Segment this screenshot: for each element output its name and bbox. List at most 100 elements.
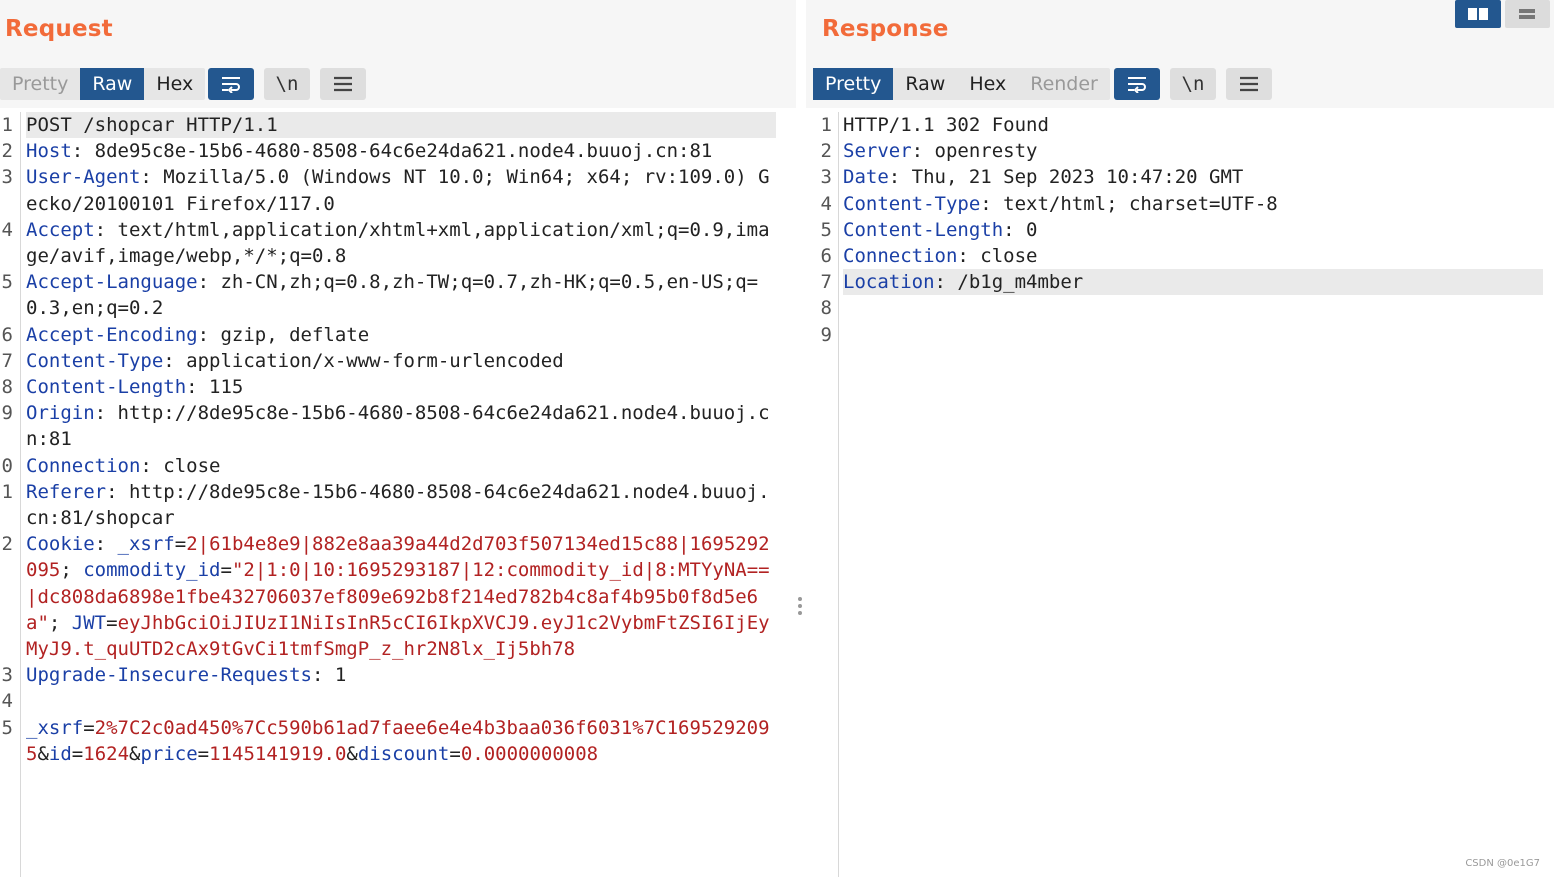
line-number: 3 (1, 166, 13, 189)
code-line[interactable]: 3 Date: Thu, 21 Sep 2023 10:47:20 GMT (806, 164, 1554, 190)
tab-raw[interactable]: Raw (80, 68, 145, 100)
code-line[interactable]: 6 Connection: close (806, 243, 1554, 269)
header-key: Connection (26, 454, 141, 477)
split-view-button[interactable] (1455, 0, 1501, 28)
stacked-view-button[interactable] (1504, 0, 1550, 28)
code-line[interactable]: 3 Upgrade-Insecure-Requests: 1 (0, 662, 796, 688)
line-number: 4 (1, 218, 13, 241)
tab-hex[interactable]: Hex (144, 68, 205, 100)
text-segment: POST /shopcar HTTP/1.1 (26, 114, 278, 136)
tab-hex[interactable]: Hex (957, 68, 1018, 100)
header-key: discount (357, 742, 450, 765)
code-line[interactable]: 4 (0, 688, 796, 714)
line-number: 5 (1, 716, 13, 739)
code-line[interactable]: 4 Accept: text/html,application/xhtml+xml… (0, 217, 796, 269)
line-content: Cookie: _xsrf=2|61b4e8e9|882e8aa39a44d2d… (26, 531, 776, 662)
code-line[interactable]: 4 Content-Type: text/html; charset=UTF-8 (806, 191, 1554, 217)
show-newlines-button[interactable]: \n (264, 68, 310, 100)
split-view-icon (1467, 8, 1488, 20)
request-editor[interactable]: 1 POST /shopcar HTTP/1.1 2 Host: 8de95c8e-1… (0, 112, 796, 877)
line-number: 9 (1, 402, 13, 425)
tab-pretty[interactable]: Pretty (813, 68, 894, 100)
code-line[interactable]: 7 Location: /b1g_m4mber (806, 269, 1554, 296)
text-segment: : 115 (186, 376, 244, 399)
code-line[interactable]: 2 Cookie: _xsrf=2|61b4e8e9|882e8aa39a44d2… (0, 531, 796, 662)
code-line[interactable]: 8 (806, 295, 1554, 321)
code-line[interactable]: 1 Referer: http://8de95c8e-15b6-4680-8508… (0, 479, 796, 531)
code-line[interactable]: 5 Accept-Language: zh-CN,zh;q=0.8,zh-TW;q… (0, 269, 796, 321)
line-number: 6 (1, 323, 13, 346)
line-content: Server: openresty (843, 138, 1543, 164)
wrap-lines-button[interactable] (208, 68, 254, 100)
line-content (26, 688, 776, 714)
line-content: Content-Length: 0 (843, 217, 1543, 243)
code-line[interactable]: 7 Content-Type: application/x-www-form-ur… (0, 348, 796, 374)
panel-resize-handle[interactable] (797, 594, 803, 618)
line-content: _xsrf=2%7C2c0ad450%7Cc590b61ad7faee6e4e4… (26, 715, 776, 767)
line-content: Date: Thu, 21 Sep 2023 10:47:20 GMT (843, 164, 1543, 190)
text-segment: : Thu, 21 Sep 2023 10:47:20 GMT (888, 166, 1244, 189)
code-line[interactable]: 5 _xsrf=2%7C2c0ad450%7Cc590b61ad7faee6e4e… (0, 715, 796, 767)
line-content: Accept-Language: zh-CN,zh;q=0.8,zh-TW;q=… (26, 269, 776, 321)
text-segment: = (174, 533, 187, 556)
line-content: Origin: http://8de95c8e-15b6-4680-8508-6… (26, 400, 776, 452)
code-line[interactable]: 2 Host: 8de95c8e-15b6-4680-8508-64c6e24da… (0, 138, 796, 164)
param-value: eyJhbGciOiJIUzI1NiIsInR5cCI6IkpXVCJ9.eyJ… (26, 611, 770, 661)
line-number: 1 (1, 114, 13, 136)
line-number: 2 (1, 140, 13, 163)
text-segment: : text/html; charset=UTF-8 (980, 192, 1278, 215)
request-menu-button[interactable] (320, 68, 366, 100)
code-line[interactable]: 1 POST /shopcar HTTP/1.1 (0, 112, 796, 139)
watermark: CSDN @0e1G7 (1465, 858, 1540, 869)
hamburger-menu-icon (334, 76, 352, 92)
code-line[interactable]: 5 Content-Length: 0 (806, 217, 1554, 243)
response-title: Response (822, 16, 949, 42)
code-line[interactable]: 0 Connection: close (0, 453, 796, 479)
line-content: Connection: close (843, 243, 1543, 269)
tab-raw[interactable]: Raw (893, 68, 957, 100)
line-content: POST /shopcar HTTP/1.1 (26, 112, 776, 139)
code-line[interactable]: 8 Content-Length: 115 (0, 374, 796, 400)
line-number: 7 (1, 349, 13, 372)
code-line[interactable]: 3 User-Agent: Mozilla/5.0 (Windows NT 10.… (0, 164, 796, 216)
line-content: Connection: close (26, 453, 776, 479)
line-number: 1 (1, 480, 13, 503)
tab-render[interactable]: Render (1018, 68, 1110, 100)
code-line[interactable]: 2 Server: openresty (806, 138, 1554, 164)
line-content: Location: /b1g_m4mber (843, 269, 1543, 296)
text-segment: = (220, 559, 232, 582)
line-number: 4 (820, 192, 832, 215)
hamburger-menu-icon (1240, 76, 1258, 92)
line-content: Accept-Encoding: gzip, deflate (26, 322, 776, 348)
tab-pretty[interactable]: Pretty (0, 68, 80, 100)
line-number: 5 (1, 271, 13, 294)
text-segment: : 1 (311, 664, 347, 687)
wrap-lines-icon (1128, 77, 1146, 93)
response-editor[interactable]: 1 HTTP/1.1 302 Found 2 Server: openresty 3 Da… (806, 112, 1554, 877)
header-key: price (140, 742, 198, 765)
show-newlines-button[interactable]: \n (1170, 68, 1216, 100)
line-content (843, 322, 1543, 348)
header-key: Referer (26, 480, 107, 503)
wrap-lines-button[interactable] (1114, 68, 1160, 100)
code-line[interactable]: 6 Accept-Encoding: gzip, deflate (0, 322, 796, 348)
text-segment: ; (48, 611, 72, 634)
header-key: Accept-Language (26, 271, 198, 294)
line-number: 2 (1, 533, 13, 556)
code-line[interactable]: 9 (806, 322, 1554, 348)
text-segment: & (129, 742, 141, 765)
line-number: 1 (820, 114, 832, 136)
header-key: Content-Type (26, 349, 164, 372)
line-number: 0 (1, 454, 13, 477)
line-content: User-Agent: Mozilla/5.0 (Windows NT 10.0… (26, 164, 776, 216)
header-key: Server (843, 140, 912, 163)
header-key: JWT (71, 611, 107, 634)
response-menu-button[interactable] (1226, 68, 1272, 100)
code-line[interactable]: 1 HTTP/1.1 302 Found (806, 112, 1554, 138)
request-header: Request Pretty Raw Hex \n (0, 0, 796, 108)
text-segment: : http://8de95c8e-15b6-4680-8508-64c6e24… (26, 402, 770, 451)
code-line[interactable]: 9 Origin: http://8de95c8e-15b6-4680-8508-… (0, 400, 796, 452)
line-number: 4 (1, 690, 13, 713)
line-content: Content-Type: text/html; charset=UTF-8 (843, 191, 1543, 217)
request-tabs: Pretty Raw Hex (0, 68, 206, 100)
